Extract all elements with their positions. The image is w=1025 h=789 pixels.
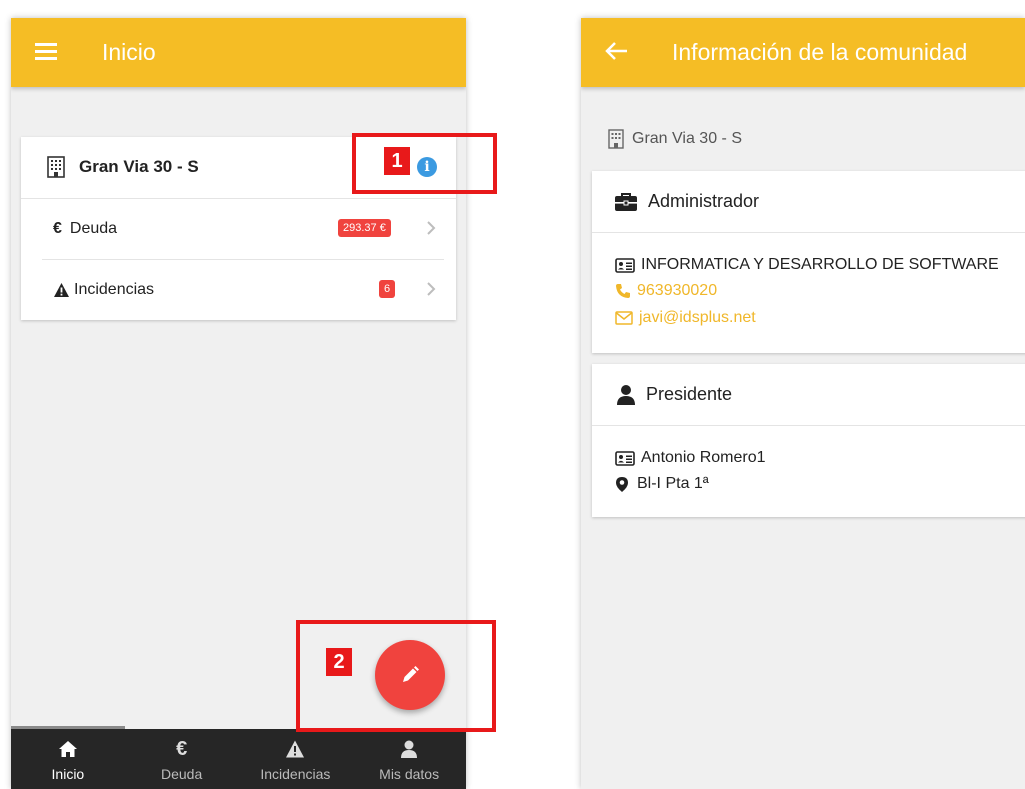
presidente-header: Presidente — [592, 364, 1025, 426]
building-icon — [47, 156, 65, 178]
nav-label: Incidencias — [260, 766, 331, 782]
incidencias-badge: 6 — [379, 280, 396, 298]
callout-number-2: 2 — [326, 648, 352, 676]
id-card-icon — [615, 257, 635, 273]
administrador-header: Administrador — [592, 171, 1025, 233]
warning-icon — [54, 282, 69, 297]
page-title: Información de la comunidad — [672, 39, 968, 65]
nav-label: Inicio — [51, 766, 85, 782]
administrador-card: Administrador INFORMATICA Y DESARROLLO D… — [592, 171, 1025, 353]
community-name: Gran Via 30 - S — [79, 157, 199, 176]
app-bar: Información de la comunidad — [581, 18, 1025, 87]
community-info-screen: Información de la comunidad Gran Via 30 … — [581, 18, 1025, 789]
incidencias-label: Incidencias — [74, 280, 155, 298]
community-name: Gran Via 30 - S — [632, 130, 742, 147]
nav-label: Mis datos — [379, 766, 440, 782]
bottom-navigation: Inicio € Deuda Incidencias Mis datos — [11, 726, 466, 789]
callout-box-1 — [352, 133, 497, 194]
hamburger-menu-icon[interactable] — [35, 40, 57, 64]
administrador-phone-link[interactable]: 963930020 — [615, 282, 717, 300]
administrador-name-line: INFORMATICA Y DESARROLLO DE SOFTWARE — [615, 256, 999, 274]
nav-label: Deuda — [160, 766, 203, 782]
presidente-card: Presidente Antonio Romero1 Bl-I Pta 1ª — [592, 364, 1025, 517]
envelope-icon — [615, 311, 633, 325]
presidente-name-line: Antonio Romero1 — [615, 449, 766, 467]
home-icon — [58, 741, 77, 757]
user-icon — [617, 384, 635, 405]
id-card-icon — [615, 450, 635, 466]
chevron-right-icon — [427, 221, 436, 235]
euro-icon: € — [176, 738, 188, 760]
administrador-name: INFORMATICA Y DESARROLLO DE SOFTWARE — [641, 256, 999, 273]
nav-item-inicio[interactable]: Inicio — [11, 729, 125, 789]
presidente-name: Antonio Romero1 — [641, 449, 766, 466]
briefcase-icon — [615, 192, 637, 211]
presidente-location: Bl-I Pta 1ª — [637, 475, 709, 492]
deuda-row[interactable]: € Deuda 293.37 € — [42, 198, 444, 260]
page-title: Inicio — [102, 39, 156, 65]
presidente-title: Presidente — [646, 384, 733, 404]
deuda-badge: 293.37 € — [338, 219, 391, 237]
euro-icon: € — [53, 219, 62, 237]
phone-icon — [616, 284, 630, 298]
nav-item-deuda[interactable]: € Deuda — [125, 729, 239, 789]
community-label: Gran Via 30 - S — [608, 129, 742, 149]
user-icon — [401, 740, 418, 758]
back-arrow-icon[interactable] — [601, 36, 631, 66]
app-bar: Inicio — [11, 18, 466, 87]
nav-item-incidencias[interactable]: Incidencias — [239, 729, 353, 789]
callout-box-2 — [296, 620, 496, 732]
administrador-phone: 963930020 — [637, 282, 718, 299]
incidencias-row[interactable]: Incidencias 6 — [42, 259, 444, 320]
map-pin-icon — [616, 476, 628, 492]
nav-active-indicator — [11, 726, 125, 729]
administrador-email-link[interactable]: javi@idsplus.net — [615, 309, 756, 327]
warning-icon — [286, 740, 305, 758]
administrador-title: Administrador — [648, 191, 760, 211]
administrador-email: javi@idsplus.net — [639, 309, 756, 326]
presidente-location-line: Bl-I Pta 1ª — [615, 475, 709, 493]
callout-number-1: 1 — [384, 147, 410, 175]
deuda-label: Deuda — [69, 219, 118, 237]
nav-item-mis-datos[interactable]: Mis datos — [352, 729, 466, 789]
building-icon — [608, 129, 624, 149]
chevron-right-icon — [427, 282, 436, 296]
